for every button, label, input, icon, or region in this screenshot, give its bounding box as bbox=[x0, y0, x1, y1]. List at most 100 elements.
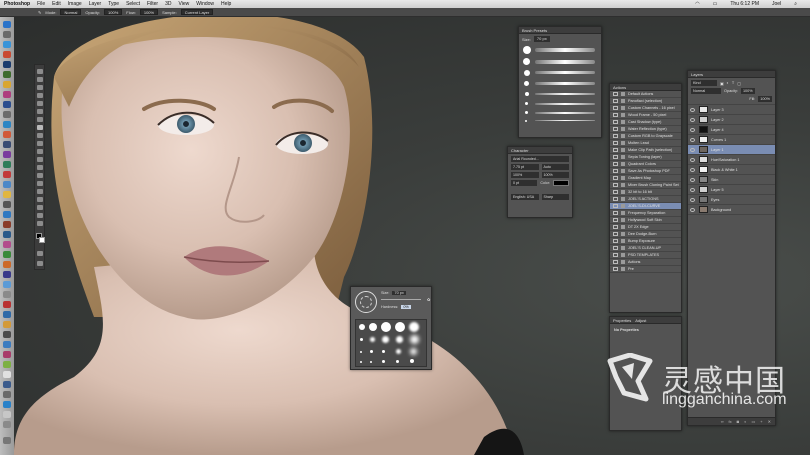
baseline-shift-field[interactable]: 0 pt bbox=[511, 180, 538, 186]
healing-tool-icon[interactable] bbox=[37, 117, 43, 122]
pen-tool-icon[interactable] bbox=[37, 181, 43, 186]
eye-icon[interactable] bbox=[690, 197, 695, 202]
action-toggle-icon[interactable] bbox=[613, 239, 618, 243]
lasso-tool-icon[interactable] bbox=[37, 85, 43, 90]
layer-row[interactable]: Layer 3 bbox=[688, 105, 775, 115]
spotlight-icon[interactable]: ⌕ bbox=[794, 1, 797, 7]
menu-select[interactable]: Select bbox=[126, 1, 140, 7]
action-toggle-icon[interactable] bbox=[613, 155, 618, 159]
action-item[interactable]: Panoflaxi (selection) bbox=[610, 98, 681, 105]
history-brush-tool-icon[interactable] bbox=[37, 141, 43, 146]
app-icon[interactable] bbox=[3, 421, 11, 428]
action-item[interactable]: Make Clip Path (selection) bbox=[610, 147, 681, 154]
filter-pixel-icon[interactable]: ▣ bbox=[720, 81, 724, 86]
link-layers-icon[interactable]: ∞ bbox=[721, 419, 724, 424]
new-adjustment-icon[interactable]: ◐ bbox=[744, 419, 746, 424]
action-item[interactable]: Actions bbox=[610, 259, 681, 266]
app-icon[interactable] bbox=[3, 151, 11, 158]
type-tool-icon[interactable] bbox=[37, 189, 43, 194]
action-item[interactable]: Molten Lead bbox=[610, 140, 681, 147]
quick-mask-icon[interactable] bbox=[37, 251, 43, 256]
clone-stamp-tool-icon[interactable] bbox=[37, 133, 43, 138]
action-toggle-icon[interactable] bbox=[613, 134, 618, 138]
action-toggle-icon[interactable] bbox=[613, 211, 618, 215]
battery-icon[interactable]: ▭ bbox=[713, 1, 718, 7]
app-icon[interactable] bbox=[3, 381, 11, 388]
action-toggle-icon[interactable] bbox=[613, 253, 618, 257]
action-item[interactable]: Cast Shadow (type) bbox=[610, 119, 681, 126]
dodge-tool-icon[interactable] bbox=[37, 173, 43, 178]
font-family-select[interactable]: Arial Rounded... bbox=[511, 156, 569, 162]
tab-properties[interactable]: Properties bbox=[613, 318, 631, 323]
layer-row[interactable]: Layer 2 bbox=[688, 115, 775, 125]
app-icon[interactable] bbox=[3, 261, 11, 268]
eye-icon[interactable] bbox=[690, 117, 695, 122]
eye-icon[interactable] bbox=[690, 137, 695, 142]
action-item[interactable]: JOEL'S-DI-CURVE bbox=[610, 203, 681, 210]
eye-icon[interactable] bbox=[690, 147, 695, 152]
move-tool-icon[interactable] bbox=[37, 69, 43, 74]
menu-edit[interactable]: Edit bbox=[52, 1, 61, 7]
tab-adjustments[interactable]: Adjust bbox=[635, 318, 646, 323]
brush-angle-preview[interactable] bbox=[355, 291, 377, 313]
app-icon[interactable] bbox=[3, 301, 11, 308]
layer-row[interactable]: Black & White 1 bbox=[688, 165, 775, 175]
action-item[interactable]: Quadrant Colors bbox=[610, 161, 681, 168]
action-toggle-icon[interactable] bbox=[613, 204, 618, 208]
brush-preset-tip[interactable] bbox=[525, 111, 528, 114]
brush-size-field[interactable]: 70 px bbox=[533, 36, 550, 42]
sample-select[interactable]: Current Layer bbox=[180, 9, 214, 15]
app-icon[interactable] bbox=[3, 311, 11, 318]
eraser-tool-icon[interactable] bbox=[37, 149, 43, 154]
action-item[interactable]: Save As Photoshop PDF bbox=[610, 168, 681, 175]
action-item[interactable]: Hollywood Soft Skin bbox=[610, 217, 681, 224]
app-icon[interactable] bbox=[3, 71, 11, 78]
layer-row[interactable]: Layer 4 bbox=[688, 125, 775, 135]
app-icon[interactable] bbox=[3, 331, 11, 338]
brush-preset-tip[interactable] bbox=[524, 70, 530, 76]
trash-icon[interactable] bbox=[3, 437, 11, 444]
horizontal-scale-field[interactable]: 100% bbox=[541, 172, 569, 178]
safari-icon[interactable] bbox=[3, 41, 11, 48]
action-item[interactable]: Wood Frame - 50 pixel bbox=[610, 112, 681, 119]
delete-layer-icon[interactable]: ✕ bbox=[768, 419, 771, 424]
brush-preset-tip[interactable] bbox=[523, 46, 531, 54]
new-layer-icon[interactable]: + bbox=[760, 419, 762, 424]
wifi-icon[interactable]: ◠ bbox=[695, 1, 699, 7]
action-toggle-icon[interactable] bbox=[613, 169, 618, 173]
filter-shape-icon[interactable]: ▢ bbox=[737, 81, 741, 86]
app-icon[interactable] bbox=[3, 411, 11, 418]
menu-help[interactable]: Help bbox=[221, 1, 231, 7]
popup-hardness-field[interactable]: 0% bbox=[401, 305, 411, 309]
action-toggle-icon[interactable] bbox=[613, 260, 618, 264]
layer-opacity-field[interactable]: 100% bbox=[740, 88, 755, 94]
app-icon[interactable] bbox=[3, 221, 11, 228]
eye-icon[interactable] bbox=[690, 167, 695, 172]
menu-view[interactable]: View bbox=[179, 1, 190, 7]
menu-image[interactable]: Image bbox=[68, 1, 82, 7]
layer-style-icon[interactable]: fx bbox=[729, 419, 732, 424]
eye-icon[interactable] bbox=[690, 207, 695, 212]
action-toggle-icon[interactable] bbox=[613, 232, 618, 236]
action-toggle-icon[interactable] bbox=[613, 218, 618, 222]
brush-preset-tip[interactable] bbox=[524, 81, 529, 86]
action-toggle-icon[interactable] bbox=[613, 225, 618, 229]
popup-brush-grid[interactable] bbox=[355, 319, 427, 367]
eye-icon[interactable] bbox=[690, 177, 695, 182]
menu-filter[interactable]: Filter bbox=[147, 1, 158, 7]
background-color-swatch[interactable] bbox=[39, 237, 45, 243]
action-item[interactable]: Frequency Separation bbox=[610, 210, 681, 217]
action-toggle-icon[interactable] bbox=[613, 183, 618, 187]
brush-preset-tip[interactable] bbox=[525, 120, 527, 122]
eye-icon[interactable] bbox=[690, 187, 695, 192]
layer-row[interactable]: Curves 1 bbox=[688, 135, 775, 145]
layer-row[interactable]: Layer 5 bbox=[688, 185, 775, 195]
popup-size-field[interactable]: 70 px bbox=[392, 291, 406, 295]
layer-filter-select[interactable]: Kind bbox=[691, 80, 717, 86]
path-select-tool-icon[interactable] bbox=[37, 197, 43, 202]
vertical-scale-field[interactable]: 100% bbox=[511, 172, 539, 178]
eye-icon[interactable] bbox=[690, 127, 695, 132]
app-icon[interactable] bbox=[3, 401, 11, 408]
action-toggle-icon[interactable] bbox=[613, 92, 618, 96]
app-icon[interactable] bbox=[3, 51, 11, 58]
